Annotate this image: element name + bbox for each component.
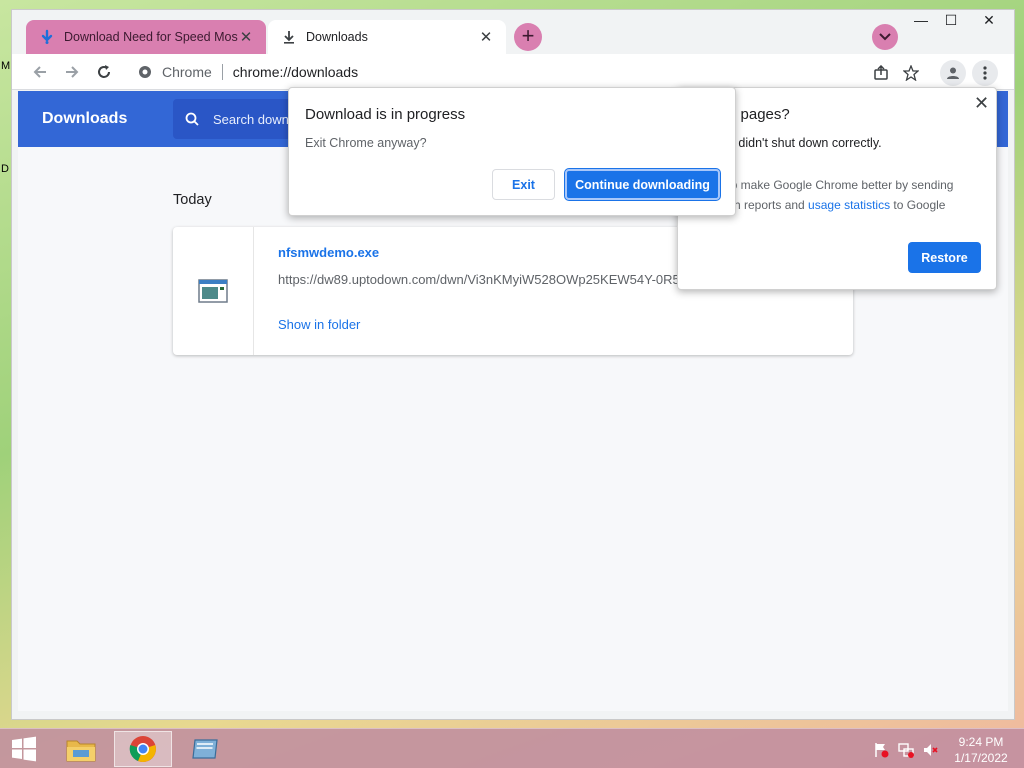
close-icon[interactable]: ✕	[238, 28, 254, 46]
download-in-progress-dialog: Download is in progress Exit Chrome anyw…	[288, 87, 736, 216]
taskbar: 9:24 PM 1/17/2022	[0, 728, 1024, 768]
help-text-line: sh reports and	[728, 198, 809, 212]
reload-button[interactable]	[92, 60, 116, 84]
tab-downloads[interactable]: Downloads ✕	[268, 20, 506, 54]
action-center-flag-icon[interactable]	[872, 741, 890, 759]
crash-report-help-text: lp make Google Chrome better by sending …	[728, 175, 988, 215]
tab-search-button[interactable]	[872, 24, 898, 50]
url-text: chrome://downloads	[232, 64, 359, 80]
clock-time: 9:24 PM	[958, 735, 1004, 749]
download-icon	[280, 30, 298, 44]
page-title: Downloads	[42, 110, 128, 127]
reload-icon	[98, 65, 110, 78]
menu-kebab-icon[interactable]	[972, 60, 998, 86]
windows-logo-icon	[12, 736, 36, 762]
exit-button[interactable]: Exit	[492, 169, 555, 200]
tab-need-for-speed[interactable]: Download Need for Speed Most ✕	[26, 20, 266, 54]
close-icon[interactable]: ✕	[478, 28, 494, 46]
app-taskbar-button[interactable]	[176, 731, 234, 767]
profile-avatar-icon[interactable]	[940, 60, 966, 86]
dialog-title: Download is in progress	[305, 106, 466, 123]
date-header: Today	[173, 192, 212, 208]
system-clock[interactable]: 9:24 PM 1/17/2022	[946, 734, 1016, 766]
clock-date: 1/17/2022	[954, 751, 1008, 765]
show-in-folder-link[interactable]: Show in folder	[278, 317, 360, 332]
address-bar[interactable]: Chrome chrome://downloads	[128, 58, 904, 86]
download-source-url[interactable]: https://dw89.uptodown.com/dwn/Vi3nKMyiW5…	[278, 272, 688, 287]
dialog-subtitle: Exit Chrome anyway?	[305, 136, 427, 150]
tab-title: Download Need for Speed Most	[64, 30, 238, 44]
window-app-icon	[192, 739, 218, 759]
close-icon[interactable]: ✕	[974, 93, 989, 114]
tab-title: Downloads	[306, 30, 368, 44]
desktop-icon-label: D	[1, 163, 9, 175]
exe-file-icon	[198, 279, 228, 303]
restore-button[interactable]: Restore	[908, 242, 981, 273]
share-icon[interactable]	[870, 62, 892, 84]
chrome-taskbar-button[interactable]	[114, 731, 172, 767]
folder-icon	[66, 740, 96, 762]
file-explorer-taskbar-button[interactable]	[52, 731, 110, 767]
back-arrow-icon	[33, 66, 46, 78]
site-label: Chrome	[162, 64, 212, 80]
help-text-suffix: to Google	[890, 198, 946, 212]
dialog-message: e didn't shut down correctly.	[728, 136, 882, 150]
download-filename-link[interactable]: nfsmwdemo.exe	[278, 245, 379, 260]
new-tab-button[interactable]: +	[514, 23, 542, 51]
file-type-icon-column	[173, 227, 254, 355]
continue-downloading-button[interactable]: Continue downloading	[565, 169, 720, 200]
maximize-button[interactable]: ☐	[932, 12, 970, 34]
browser-toolbar: Chrome chrome://downloads	[12, 54, 1014, 90]
dialog-title: e pages?	[728, 106, 790, 123]
back-button[interactable]	[28, 60, 52, 84]
search-icon	[185, 112, 199, 126]
bookmark-star-icon[interactable]	[900, 62, 922, 84]
separator	[221, 64, 223, 80]
usage-statistics-link[interactable]: usage statistics	[808, 198, 890, 212]
close-window-button[interactable]: ✕	[970, 12, 1008, 34]
start-button[interactable]	[0, 731, 48, 767]
chrome-logo-icon	[129, 736, 156, 762]
network-icon[interactable]	[897, 741, 915, 759]
chrome-logo-icon	[138, 65, 152, 79]
tab-strip: Download Need for Speed Most ✕ Downloads…	[12, 10, 1014, 55]
help-text-line: lp make Google Chrome better by sending	[728, 178, 954, 192]
desktop-icon-label: M	[1, 60, 11, 72]
chevron-down-icon	[879, 33, 891, 41]
volume-muted-icon[interactable]	[921, 741, 939, 759]
forward-arrow-icon	[66, 66, 79, 78]
forward-button[interactable]	[60, 60, 84, 84]
uptodown-icon	[38, 29, 56, 45]
